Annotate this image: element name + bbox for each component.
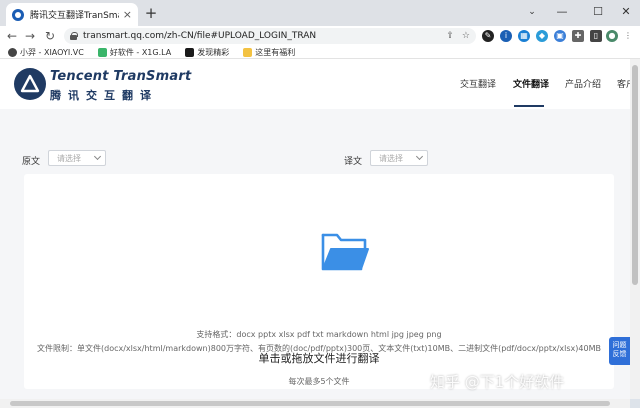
share-icon[interactable]: ⇪ — [446, 31, 454, 41]
scrollbar-thumb[interactable] — [10, 401, 610, 406]
bookmark-favicon-icon — [8, 47, 17, 57]
folder-bookmark-icon — [243, 47, 253, 57]
bookmark-favicon-icon — [97, 47, 107, 57]
extension-info-icon[interactable]: i — [500, 30, 512, 42]
vertical-scrollbar[interactable] — [630, 59, 640, 399]
browser-menu-icon[interactable]: ⋮ — [622, 30, 634, 42]
feedback-label-line1: 问题 — [612, 341, 627, 349]
bookmark-star-icon[interactable]: ☆ — [462, 31, 470, 41]
bookmark-item[interactable]: 发现精彩 — [185, 47, 229, 58]
bookmark-label: 好软件 - X1G.LA — [109, 47, 172, 57]
source-language-label: 原文 — [22, 157, 41, 167]
extension-grid-icon[interactable]: ▣ — [554, 30, 566, 42]
scrollbar-thumb[interactable] — [632, 65, 638, 285]
target-language-placeholder: 请选择 — [379, 153, 403, 163]
maximize-icon[interactable]: ☐ — [586, 2, 610, 22]
profile-avatar[interactable]: ● — [606, 30, 618, 42]
tab-search-chevron-icon[interactable]: ⌄ — [520, 2, 544, 22]
bookmark-item[interactable]: 小羿 - XIAOYI.VC — [8, 47, 84, 58]
bookmark-label: 小羿 - XIAOYI.VC — [20, 47, 84, 57]
bookmark-label: 发现精彩 — [197, 47, 230, 57]
tab-title: 腾讯交互翻译TranSmart — [30, 11, 119, 21]
site-header: Tencent TranSmart 腾讯交互翻译 交互翻译 文件翻译 产品介绍 … — [0, 59, 630, 109]
source-language-placeholder: 请选择 — [57, 153, 81, 163]
address-bar[interactable]: transmart.qq.com/zh-CN/file#UPLOAD_LOGIN… — [64, 28, 476, 44]
nav-product-intro[interactable]: 产品介绍 — [565, 77, 601, 90]
extensions-puzzle-icon[interactable]: ✚ — [572, 30, 584, 42]
chevron-down-icon — [415, 152, 424, 161]
upload-file-limits: 文件限制：单文件(docx/xlsx/html/markdown)800万字符、… — [37, 344, 601, 353]
minimize-icon[interactable]: — — [550, 2, 574, 22]
feedback-button[interactable]: 问题 反馈 — [609, 337, 630, 365]
target-language-select[interactable]: 请选择 — [370, 150, 428, 166]
file-upload-dropzone[interactable]: 单击或拖放文件进行翻译 每次最多5个文件 — [24, 174, 614, 389]
bookmarks-bar: 小羿 - XIAOYI.VC 好软件 - X1G.LA 发现精彩 这里有福利 — [0, 46, 640, 59]
site-favicon-icon — [12, 8, 24, 21]
chevron-down-icon — [93, 152, 102, 161]
tab-bar: 腾讯交互翻译TranSmart × + ⌄ — ☐ ✕ — [0, 0, 640, 26]
new-tab-button[interactable]: + — [142, 4, 160, 22]
logo-english-text[interactable]: Tencent TranSmart — [50, 69, 191, 84]
horizontal-scrollbar[interactable] — [0, 399, 630, 408]
open-folder-icon — [321, 233, 369, 271]
source-language-select[interactable]: 请选择 — [48, 150, 106, 166]
bookmark-favicon-icon — [185, 47, 195, 57]
bookmark-item[interactable]: 好软件 - X1G.LA — [97, 47, 172, 58]
logo-chinese-text[interactable]: 腾讯交互翻译 — [50, 87, 158, 103]
browser-toolbar: ← → ↻ transmart.qq.com/zh-CN/file#UPLOAD… — [0, 26, 640, 46]
window-close-icon[interactable]: ✕ — [614, 2, 638, 22]
sidebar-panel-icon[interactable]: ▯ — [590, 30, 602, 42]
extension-feather-icon[interactable]: ✎ — [482, 30, 494, 42]
extension-bird-icon[interactable]: ◆ — [536, 30, 548, 42]
bookmark-label: 这里有福利 — [255, 47, 296, 57]
nav-file-translation[interactable]: 文件翻译 — [513, 77, 549, 90]
target-language-label: 译文 — [344, 157, 363, 167]
nav-customers[interactable]: 客户 — [617, 77, 630, 90]
bookmark-item[interactable]: 这里有福利 — [243, 47, 295, 58]
extension-dashboard-icon[interactable]: ▦ — [518, 30, 530, 42]
lock-icon — [70, 32, 78, 40]
active-nav-indicator — [514, 105, 544, 107]
url-text[interactable]: transmart.qq.com/zh-CN/file#UPLOAD_LOGIN… — [83, 31, 438, 41]
feedback-label-line2: 反馈 — [612, 350, 627, 358]
upload-supported-formats: 支持格式：docx pptx xlsx pdf txt markdown htm… — [196, 330, 442, 339]
watermark-text: 知乎 @下1个好软件 — [430, 373, 565, 391]
tab-close-icon[interactable]: × — [123, 8, 132, 21]
reload-icon[interactable]: ↻ — [42, 28, 58, 44]
nav-interactive-translation[interactable]: 交互翻译 — [460, 77, 496, 90]
browser-tab[interactable]: 腾讯交互翻译TranSmart × — [6, 3, 138, 26]
transmart-logo-icon[interactable] — [14, 68, 46, 100]
forward-arrow-icon[interactable]: → — [22, 28, 38, 44]
back-arrow-icon[interactable]: ← — [4, 28, 20, 44]
